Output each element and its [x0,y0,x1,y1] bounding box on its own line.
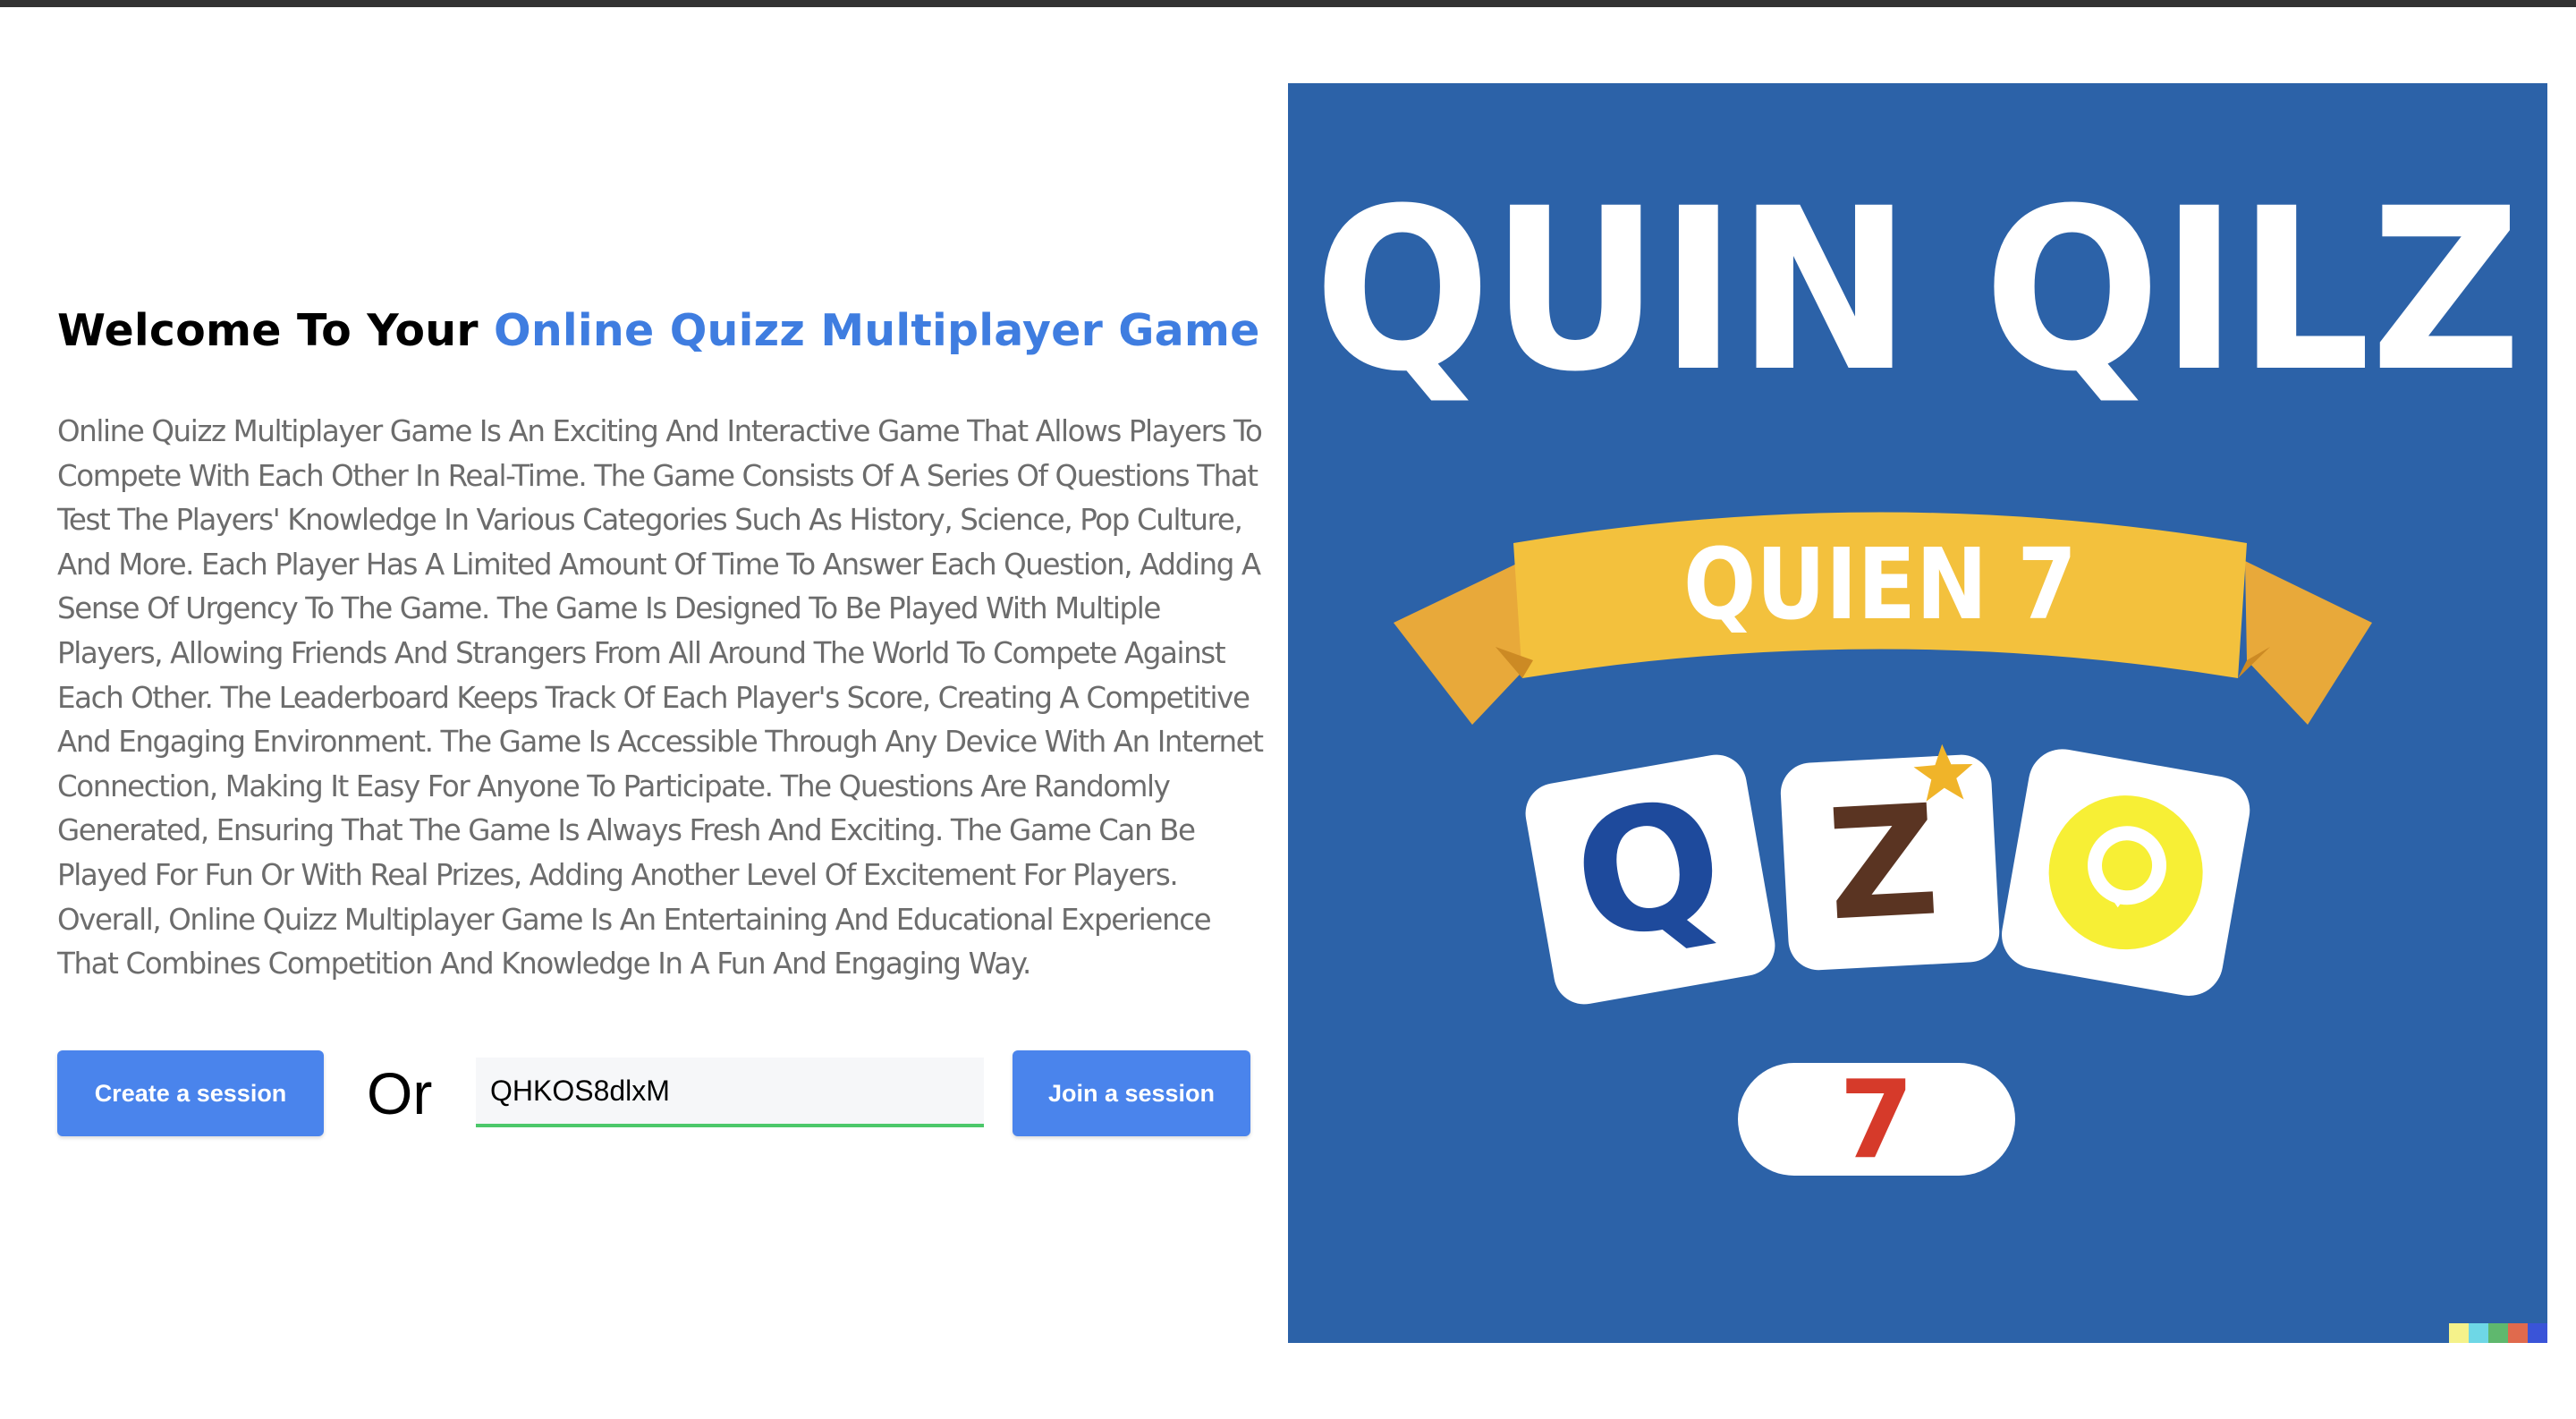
color-watermark [2449,1323,2547,1343]
number-pill: 7 [1738,1058,2015,1183]
session-code-input[interactable] [476,1058,984,1127]
intro-section: Welcome To Your Online Quizz Multiplayer… [57,295,1274,987]
quiz-illustration: QUIN QILZ QUIEN 7 Q Z 7 [1288,83,2547,1343]
banner-text: QUIEN 7 [1683,527,2077,642]
pill-number: 7 [1839,1058,1914,1183]
tile-circle [2002,749,2250,996]
title-accent: Online Quizz Multiplayer Game [493,305,1260,356]
or-separator: Or [367,1060,433,1126]
page-title: Welcome To Your Online Quizz Multiplayer… [57,295,1274,367]
tile-q: Q [1525,754,1775,1005]
create-session-button[interactable]: Create a session [57,1050,324,1136]
quiz-illustration-svg: QUIN QILZ QUIEN 7 Q Z 7 [1288,83,2547,1343]
title-prefix: Welcome To Your [57,305,494,356]
browser-top-bar [0,0,2576,7]
tile-z-letter: Z [1823,772,1942,955]
session-actions: Create a session Or Join a session [57,1050,1256,1136]
tile-z: Z [1780,743,2000,971]
big-title-text: QUIN QILZ [1314,160,2521,421]
game-description: Online Quizz Multiplayer Game Is An Exci… [57,414,1264,981]
join-session-button[interactable]: Join a session [1013,1050,1250,1136]
